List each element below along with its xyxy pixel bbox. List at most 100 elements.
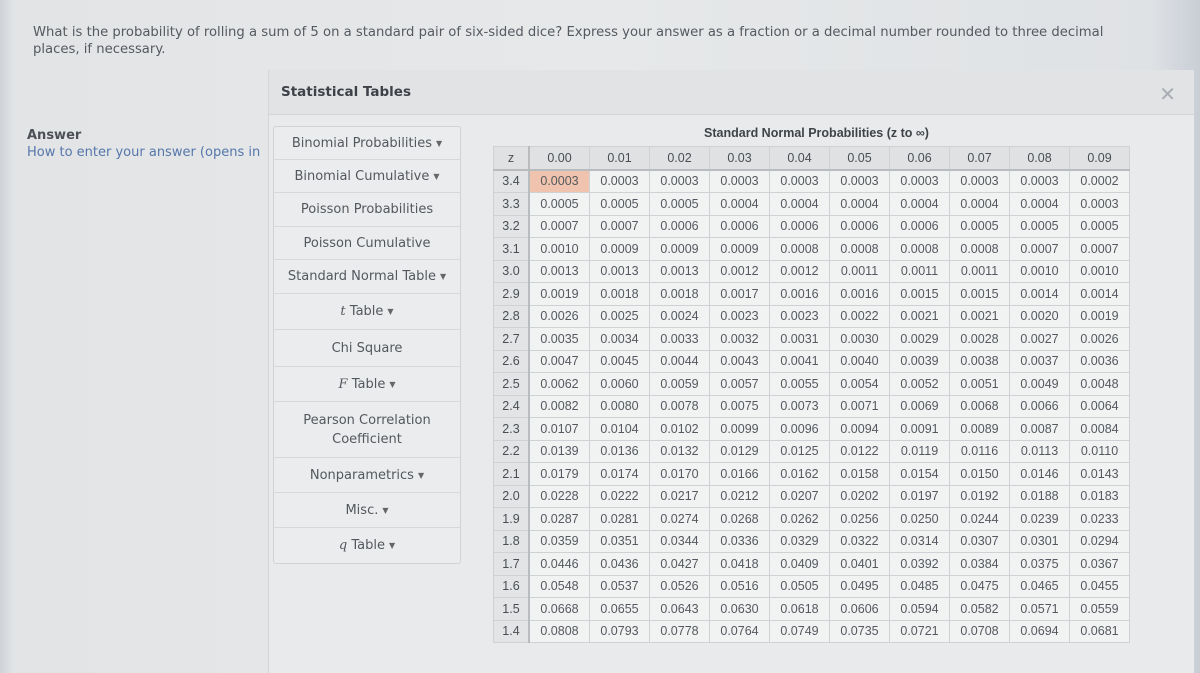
probability-cell[interactable]: 0.0735 <box>829 619 890 643</box>
probability-cell[interactable]: 0.0029 <box>889 327 950 351</box>
probability-cell[interactable]: 0.0010 <box>1069 259 1130 283</box>
probability-cell[interactable]: 0.0314 <box>889 529 950 553</box>
probability-cell[interactable]: 0.0008 <box>889 237 950 261</box>
probability-cell[interactable]: 0.0060 <box>589 372 650 396</box>
probability-cell[interactable]: 0.0009 <box>649 237 710 261</box>
probability-cell[interactable]: 0.0294 <box>1069 529 1130 553</box>
probability-cell[interactable]: 0.0027 <box>1009 327 1070 351</box>
answer-help-link[interactable]: How to enter your answer (opens in <box>27 145 260 160</box>
probability-cell[interactable]: 0.0036 <box>1069 349 1130 373</box>
probability-cell[interactable]: 0.0207 <box>769 484 830 508</box>
menu-item-7[interactable]: F Table ▼ <box>274 367 460 402</box>
probability-cell[interactable]: 0.0052 <box>889 372 950 396</box>
probability-cell[interactable]: 0.0013 <box>589 259 650 283</box>
probability-cell[interactable]: 0.0014 <box>1009 282 1070 306</box>
probability-cell[interactable]: 0.0059 <box>649 372 710 396</box>
probability-cell[interactable]: 0.0007 <box>528 214 590 238</box>
probability-cell[interactable]: 0.0049 <box>1009 372 1070 396</box>
probability-cell[interactable]: 0.0019 <box>1069 304 1130 328</box>
probability-cell[interactable]: 0.0003 <box>889 169 950 193</box>
probability-cell[interactable]: 0.0250 <box>889 507 950 531</box>
menu-item-1[interactable]: Binomial Cumulative ▼ <box>274 160 460 193</box>
probability-cell[interactable]: 0.0016 <box>769 282 830 306</box>
probability-cell[interactable]: 0.0008 <box>829 237 890 261</box>
probability-cell[interactable]: 0.0505 <box>769 574 830 598</box>
probability-cell[interactable]: 0.0012 <box>709 259 770 283</box>
probability-cell[interactable]: 0.0043 <box>709 349 770 373</box>
probability-cell[interactable]: 0.0040 <box>829 349 890 373</box>
probability-cell[interactable]: 0.0548 <box>528 574 590 598</box>
probability-cell[interactable]: 0.0559 <box>1069 597 1130 621</box>
probability-cell[interactable]: 0.0136 <box>589 439 650 463</box>
close-x-icon[interactable]: ✕ <box>1159 82 1176 106</box>
probability-cell[interactable]: 0.0102 <box>649 417 710 441</box>
probability-cell[interactable]: 0.0228 <box>528 484 590 508</box>
menu-item-11[interactable]: q Table ▼ <box>274 528 460 563</box>
probability-cell[interactable]: 0.0222 <box>589 484 650 508</box>
probability-cell[interactable]: 0.0005 <box>528 192 590 216</box>
probability-cell[interactable]: 0.0062 <box>528 372 590 396</box>
probability-cell[interactable]: 0.0104 <box>589 417 650 441</box>
probability-cell[interactable]: 0.0030 <box>829 327 890 351</box>
probability-cell[interactable]: 0.0495 <box>829 574 890 598</box>
probability-cell[interactable]: 0.0015 <box>949 282 1010 306</box>
probability-cell[interactable]: 0.0110 <box>1069 439 1130 463</box>
probability-cell[interactable]: 0.0143 <box>1069 462 1130 486</box>
probability-cell[interactable]: 0.0808 <box>528 619 590 643</box>
probability-cell[interactable]: 0.0122 <box>829 439 890 463</box>
probability-cell[interactable]: 0.0006 <box>709 214 770 238</box>
probability-cell[interactable]: 0.0018 <box>649 282 710 306</box>
probability-cell[interactable]: 0.0004 <box>829 192 890 216</box>
probability-cell[interactable]: 0.0336 <box>709 529 770 553</box>
probability-cell[interactable]: 0.0107 <box>528 417 590 441</box>
probability-cell[interactable]: 0.0069 <box>889 394 950 418</box>
menu-item-8[interactable]: Pearson Correlation Coefficient <box>274 402 460 458</box>
probability-cell[interactable]: 0.0003 <box>769 169 830 193</box>
probability-cell[interactable]: 0.0008 <box>949 237 1010 261</box>
probability-cell[interactable]: 0.0066 <box>1009 394 1070 418</box>
probability-cell[interactable]: 0.0351 <box>589 529 650 553</box>
probability-cell[interactable]: 0.0630 <box>709 597 770 621</box>
probability-cell[interactable]: 0.0051 <box>949 372 1010 396</box>
probability-cell[interactable]: 0.0037 <box>1009 349 1070 373</box>
probability-cell[interactable]: 0.0119 <box>889 439 950 463</box>
probability-cell[interactable]: 0.0031 <box>769 327 830 351</box>
probability-cell[interactable]: 0.0409 <box>769 552 830 576</box>
probability-cell[interactable]: 0.0174 <box>589 462 650 486</box>
probability-cell[interactable]: 0.0057 <box>709 372 770 396</box>
probability-cell[interactable]: 0.0013 <box>528 259 590 283</box>
probability-cell[interactable]: 0.0475 <box>949 574 1010 598</box>
probability-cell[interactable]: 0.0244 <box>949 507 1010 531</box>
probability-cell[interactable]: 0.0158 <box>829 462 890 486</box>
probability-cell[interactable]: 0.0655 <box>589 597 650 621</box>
probability-cell[interactable]: 0.0007 <box>1069 237 1130 261</box>
menu-item-0[interactable]: Binomial Probabilities ▼ <box>274 127 460 160</box>
highlighted-probability-cell[interactable]: 0.0003 <box>528 169 590 193</box>
probability-cell[interactable]: 0.0071 <box>829 394 890 418</box>
probability-cell[interactable]: 0.0003 <box>1009 169 1070 193</box>
probability-cell[interactable]: 0.0006 <box>649 214 710 238</box>
probability-cell[interactable]: 0.0329 <box>769 529 830 553</box>
probability-cell[interactable]: 0.0606 <box>829 597 890 621</box>
probability-cell[interactable]: 0.0004 <box>1009 192 1070 216</box>
probability-cell[interactable]: 0.0023 <box>769 304 830 328</box>
probability-cell[interactable]: 0.0139 <box>528 439 590 463</box>
probability-cell[interactable]: 0.0091 <box>889 417 950 441</box>
probability-cell[interactable]: 0.0749 <box>769 619 830 643</box>
menu-item-5[interactable]: t Table ▼ <box>274 294 460 330</box>
probability-cell[interactable]: 0.0033 <box>649 327 710 351</box>
probability-cell[interactable]: 0.0202 <box>829 484 890 508</box>
probability-cell[interactable]: 0.0089 <box>949 417 1010 441</box>
probability-cell[interactable]: 0.0024 <box>649 304 710 328</box>
probability-cell[interactable]: 0.0004 <box>889 192 950 216</box>
probability-cell[interactable]: 0.0694 <box>1009 619 1070 643</box>
probability-cell[interactable]: 0.0044 <box>649 349 710 373</box>
probability-cell[interactable]: 0.0021 <box>889 304 950 328</box>
probability-cell[interactable]: 0.0023 <box>709 304 770 328</box>
probability-cell[interactable]: 0.0256 <box>829 507 890 531</box>
probability-cell[interactable]: 0.0004 <box>769 192 830 216</box>
probability-cell[interactable]: 0.0045 <box>589 349 650 373</box>
probability-cell[interactable]: 0.0132 <box>649 439 710 463</box>
probability-cell[interactable]: 0.0075 <box>709 394 770 418</box>
menu-item-3[interactable]: Poisson Cumulative <box>274 227 460 260</box>
